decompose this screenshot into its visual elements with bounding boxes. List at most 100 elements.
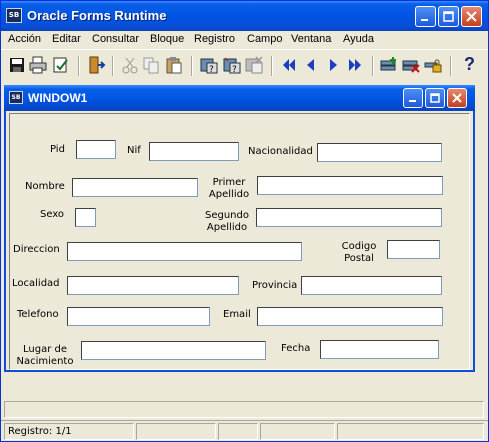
message-line [4,401,484,418]
minimize-icon [409,100,416,102]
lugar-nacimiento-field[interactable] [81,341,266,360]
delete-record-button[interactable] [401,55,421,75]
codigo-postal-label: Codigo Postal [337,241,381,265]
paste-button[interactable] [164,55,184,75]
direccion-field[interactable] [67,242,302,261]
menu-ayuda[interactable]: Ayuda [343,33,374,45]
toolbar-separator [450,56,452,76]
menu-campo[interactable]: Campo [247,33,282,45]
sexo-field[interactable] [75,208,96,227]
exit-icon [53,57,68,73]
window1-titlebar[interactable]: SB WINDOW1 [4,85,475,111]
codigo-postal-field[interactable] [387,240,440,259]
provincia-field[interactable] [301,276,442,295]
status-bar: Registro: 1/1 [1,420,488,441]
fecha-field[interactable] [320,340,439,359]
help-button[interactable]: ? [459,54,479,75]
save-button[interactable] [7,55,27,75]
window1-minimize-button[interactable] [403,88,423,108]
menu-bar: Acción Editar Consultar Bloque Registro … [1,31,488,49]
save-icon [10,58,24,72]
menu-consultar[interactable]: Consultar [92,33,139,45]
window1-close-button[interactable] [447,88,467,108]
lock-record-button[interactable] [423,55,443,75]
codigo-postal-label-line1: Codigo [341,241,377,252]
nombre-field[interactable] [72,178,198,197]
print-button[interactable] [28,55,48,75]
menu-ventana[interactable]: Ventana [291,33,331,45]
email-label: Email [223,309,251,320]
next-record-button[interactable] [323,55,343,75]
cut-button[interactable] [120,55,140,75]
first-record-button[interactable] [279,55,299,75]
enter-query-button[interactable]: ? [199,55,219,75]
lugar-nacimiento-label-line2: Nacimiento [16,356,74,367]
primer-apellido-label: Primer Apellido [205,177,253,201]
codigo-postal-label-line2: Postal [344,253,374,264]
segundo-apellido-label-line2: Apellido [206,222,248,233]
telefono-label: Telefono [17,309,59,320]
svg-text:?: ? [209,65,214,75]
window1-maximize-button[interactable] [425,88,445,108]
toolbar-separator [78,56,80,76]
primer-apellido-field[interactable] [257,176,443,195]
exit-form-button[interactable] [86,55,106,75]
localidad-field[interactable] [67,276,239,295]
minimize-button[interactable] [415,6,436,27]
insert-record-icon [380,57,396,71]
direccion-label: Direccion [13,244,60,255]
first-record-icon [283,59,295,71]
exit-button[interactable] [51,55,71,75]
telefono-field[interactable] [67,307,210,326]
toolbar: ? ? ? [1,49,488,81]
copy-icon [143,57,159,74]
menu-bloque[interactable]: Bloque [150,33,184,45]
pid-label: Pid [50,144,65,155]
lugar-nacimiento-label-line1: Lugar de [23,344,67,355]
last-record-button[interactable] [345,55,365,75]
window1-title: WINDOW1 [28,91,88,105]
sexo-label: Sexo [40,209,65,220]
delete-record-icon [402,60,420,73]
paste-icon [166,57,182,74]
app-icon: SB [6,8,22,23]
menu-accion[interactable]: Acción [8,33,41,45]
svg-text:?: ? [232,65,237,75]
nacionalidad-field[interactable] [317,143,442,162]
door-exit-icon [89,56,106,74]
fecha-label: Fecha [281,343,311,354]
enter-query-icon: ? [200,58,218,75]
execute-query-icon: ? [223,57,241,75]
menu-registro[interactable]: Registro [194,33,235,45]
menu-editar[interactable]: Editar [52,33,81,45]
execute-query-button[interactable]: ? [222,55,242,75]
localidad-label: Localidad [12,278,60,289]
pid-field[interactable] [76,140,116,159]
close-icon [466,11,477,22]
nif-label: Nif [127,145,141,156]
status-cell [218,423,258,440]
cancel-query-icon [245,56,263,74]
app-window: SB Oracle Forms Runtime Acción Editar Co… [0,0,489,442]
help-icon: ? [464,54,475,74]
segundo-apellido-label: Segundo Apellido [201,210,253,234]
insert-record-button[interactable] [379,55,399,75]
previous-record-button[interactable] [301,55,321,75]
segundo-apellido-field[interactable] [256,208,442,227]
app-titlebar[interactable]: SB Oracle Forms Runtime [1,1,488,31]
nif-field[interactable] [149,142,239,161]
window1-icon: SB [9,91,23,104]
toolbar-separator [112,56,114,76]
close-button[interactable] [461,6,482,27]
print-icon [29,56,47,74]
toolbar-separator [191,56,193,76]
nacionalidad-label: Nacionalidad [248,146,313,157]
status-cell [136,423,216,440]
cancel-query-button[interactable] [244,55,264,75]
cut-icon [122,57,138,74]
close-icon [452,93,462,103]
maximize-button[interactable] [438,6,459,27]
primer-apellido-label-line1: Primer [212,177,246,188]
email-field[interactable] [257,307,443,326]
copy-button[interactable] [141,55,161,75]
